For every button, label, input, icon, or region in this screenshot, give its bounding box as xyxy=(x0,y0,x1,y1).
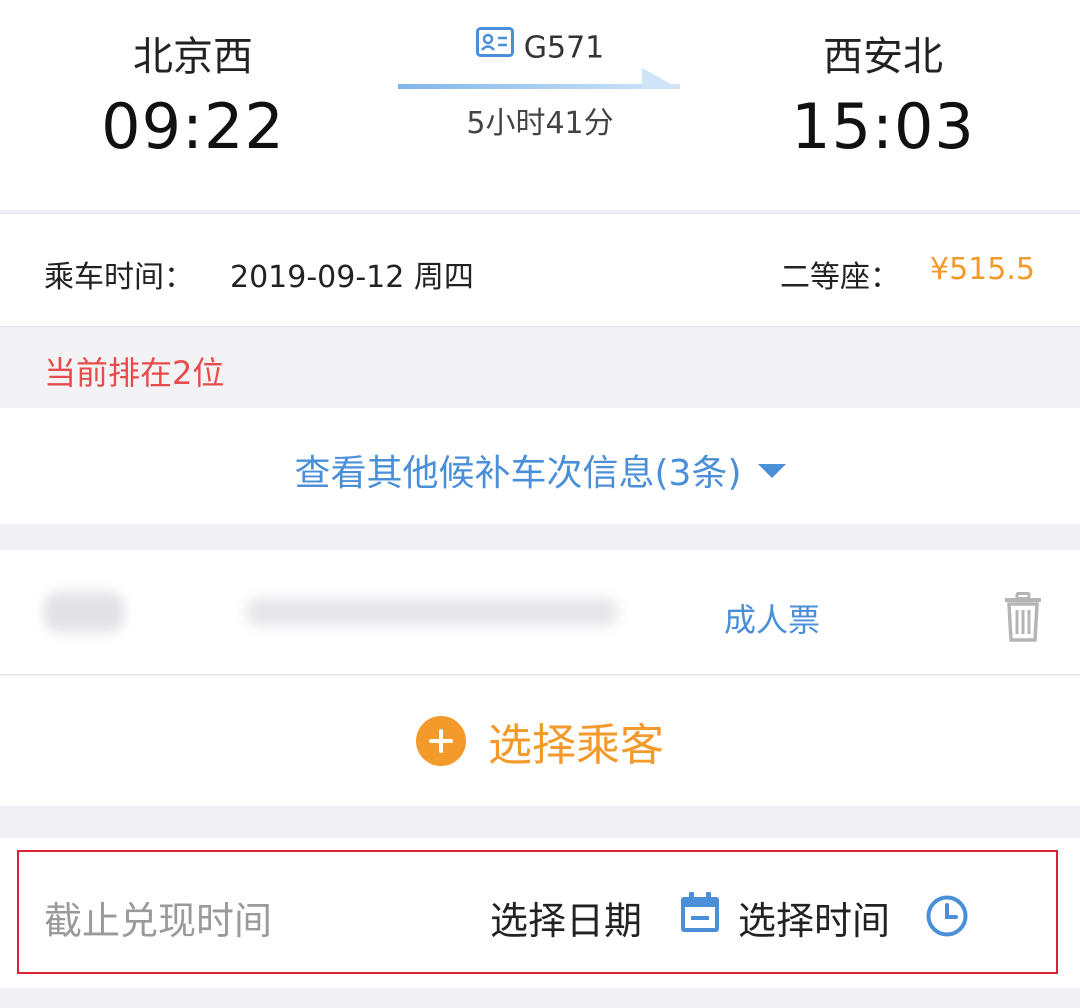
other-trains-link[interactable]: 查看其他候补车次信息(3条) xyxy=(0,444,1080,496)
departure-station: 北京西 xyxy=(133,34,253,80)
plus-circle-icon xyxy=(416,716,466,766)
queue-position-text: 当前排在2位 xyxy=(44,354,225,392)
passenger-row: 成人票 xyxy=(0,550,1080,675)
select-date-button[interactable]: 选择日期 xyxy=(490,890,642,945)
arrival-station: 西安北 xyxy=(823,34,943,80)
other-trains-text: 查看其他候补车次信息(3条) xyxy=(294,453,742,494)
booking-page: 北京西 09:22 G571 5小时41分 西安北 15:03 乘车时间： 20… xyxy=(0,0,1080,1008)
select-time-button[interactable]: 选择时间 xyxy=(738,890,890,945)
other-trains-row[interactable]: 查看其他候补车次信息(3条) xyxy=(0,408,1080,524)
passenger-id-redacted xyxy=(246,598,618,626)
train-info: G571 5小时41分 xyxy=(390,0,690,210)
departure-time: 09:22 xyxy=(101,90,285,163)
travel-duration: 5小时41分 xyxy=(466,106,614,141)
ticket-price: ¥515.5 xyxy=(930,252,1035,287)
deadline-row: 截止兑现时间 选择日期 选择时间 xyxy=(0,838,1080,988)
arrival-time: 15:03 xyxy=(791,90,975,163)
ride-date-label: 乘车时间： xyxy=(44,260,194,295)
ride-info-row: 乘车时间： 2019-09-12 周四 二等座： ¥515.5 xyxy=(0,213,1080,327)
ride-date-value: 2019-09-12 周四 xyxy=(230,260,474,295)
passenger-name-redacted xyxy=(44,592,124,632)
ticket-type[interactable]: 成人票 xyxy=(724,595,820,641)
train-number-row[interactable]: G571 xyxy=(390,27,690,68)
queue-status-row: 当前排在2位 xyxy=(0,328,1080,408)
id-card-icon xyxy=(475,27,514,65)
seat-class-label: 二等座： xyxy=(780,260,900,295)
add-passenger-row[interactable]: 选择乘客 xyxy=(0,676,1080,806)
calendar-icon[interactable] xyxy=(679,892,721,934)
caret-down-icon xyxy=(757,464,786,478)
train-number: G571 xyxy=(523,30,605,66)
add-passenger-button[interactable]: 选择乘客 xyxy=(0,676,1080,806)
deadline-label: 截止兑现时间 xyxy=(44,899,273,943)
train-header: 北京西 09:22 G571 5小时41分 西安北 15:03 xyxy=(0,0,1080,210)
trash-icon[interactable] xyxy=(1004,592,1042,642)
clock-icon[interactable] xyxy=(925,894,969,938)
direction-arrow-icon xyxy=(398,68,680,89)
add-passenger-label: 选择乘客 xyxy=(488,720,664,771)
